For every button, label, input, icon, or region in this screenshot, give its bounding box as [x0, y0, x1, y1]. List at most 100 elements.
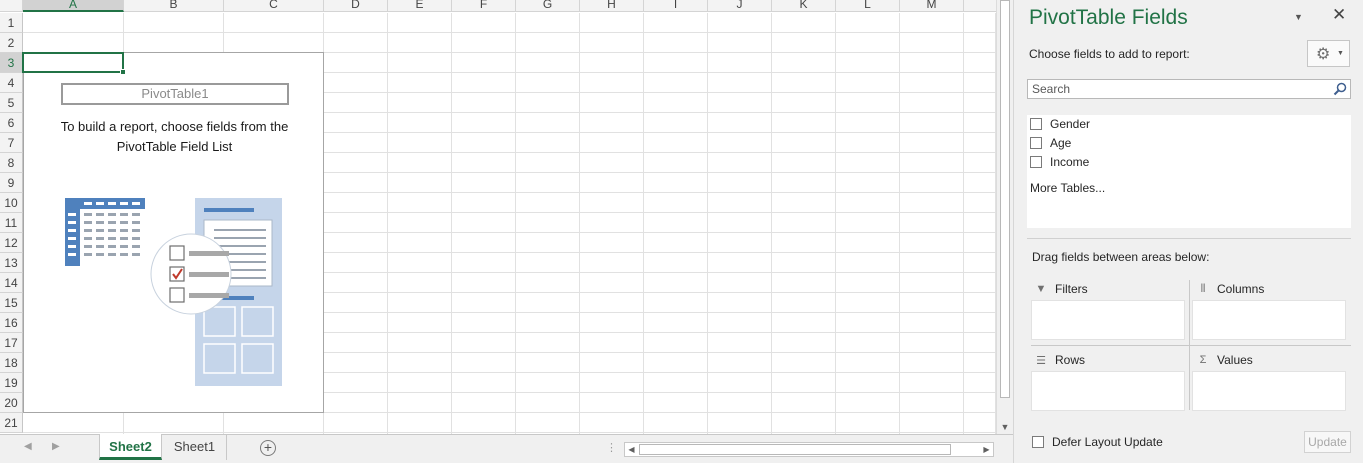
- defer-layout-checkbox[interactable]: [1032, 436, 1044, 448]
- rows-area-title: ☰ Rows: [1034, 353, 1085, 367]
- sigma-icon: Σ: [1199, 354, 1207, 366]
- scroll-left-icon[interactable]: ◀: [625, 443, 638, 456]
- prev-sheet-icon[interactable]: ◀: [24, 441, 32, 452]
- search-box: [1027, 79, 1351, 99]
- close-icon[interactable]: ✕: [1332, 5, 1346, 25]
- row-header[interactable]: 3: [0, 53, 23, 73]
- add-sheet-icon[interactable]: +: [260, 440, 276, 456]
- more-tables-link[interactable]: More Tables...: [1030, 181, 1105, 195]
- column-header-a[interactable]: A: [23, 0, 124, 12]
- field-list: Gender Age Income More Tables...: [1027, 115, 1351, 228]
- rows-label: Rows: [1055, 353, 1086, 367]
- row-header[interactable]: 18: [0, 353, 23, 373]
- filters-area-title: ▼ Filters: [1034, 282, 1088, 296]
- column-header-m[interactable]: M: [900, 0, 964, 12]
- tools-button[interactable]: ⚙ ▼: [1307, 40, 1350, 67]
- column-headers: A B C D E F G H I J K L M: [0, 0, 996, 12]
- row-header[interactable]: 9: [0, 173, 23, 193]
- column-header-g[interactable]: G: [516, 0, 580, 12]
- column-header-l[interactable]: L: [836, 0, 900, 12]
- fill-handle[interactable]: [120, 69, 126, 75]
- column-header-h[interactable]: H: [580, 0, 644, 12]
- field-label: Income: [1050, 154, 1090, 169]
- drag-fields-label: Drag fields between areas below:: [1032, 250, 1210, 264]
- search-icon[interactable]: [1333, 82, 1347, 96]
- columns-icon: ⦀: [1200, 282, 1206, 295]
- field-checkbox[interactable]: [1030, 117, 1042, 130]
- choose-fields-label: Choose fields to add to report:: [1029, 47, 1190, 61]
- values-area-title: Σ Values: [1196, 353, 1253, 367]
- field-checkbox[interactable]: [1030, 155, 1042, 168]
- field-item-gender[interactable]: Gender: [1030, 115, 1090, 132]
- row-header[interactable]: 5: [0, 93, 23, 113]
- pivot-table-instructions: To build a report, choose fields from th…: [60, 119, 289, 154]
- row-header[interactable]: 12: [0, 233, 23, 253]
- row-header[interactable]: 6: [0, 113, 23, 133]
- active-cell-selection[interactable]: [22, 52, 126, 75]
- scroll-down-icon[interactable]: ▼: [997, 420, 1013, 434]
- row-header[interactable]: 4: [0, 73, 23, 93]
- field-label: Age: [1050, 135, 1072, 150]
- rows-drop-zone[interactable]: [1031, 371, 1185, 411]
- pane-title: PivotTable Fields: [1029, 6, 1188, 29]
- row-header[interactable]: 21: [0, 413, 23, 433]
- filter-icon: ▼: [1035, 283, 1047, 295]
- horizontal-scrollbar[interactable]: ◀ ▶: [624, 442, 994, 457]
- rows-icon: ☰: [1036, 354, 1046, 367]
- column-header-n[interactable]: [964, 0, 996, 12]
- column-header-c[interactable]: C: [224, 0, 324, 12]
- row-header[interactable]: 14: [0, 273, 23, 293]
- pivot-table-name: PivotTable1: [61, 83, 289, 105]
- field-item-age[interactable]: Age: [1030, 134, 1071, 151]
- row-header[interactable]: 20: [0, 393, 23, 413]
- column-header-j[interactable]: J: [708, 0, 772, 12]
- row-header[interactable]: 8: [0, 153, 23, 173]
- row-header[interactable]: 15: [0, 293, 23, 313]
- sheet-tab-bar: ◀ ▶ Sheet2 Sheet1 + ⋮ ◀ ▶: [0, 434, 1013, 463]
- row-header[interactable]: 13: [0, 253, 23, 273]
- row-header[interactable]: 7: [0, 133, 23, 153]
- vertical-scrollbar[interactable]: ▼: [996, 0, 1013, 436]
- pane-divider: [1027, 238, 1351, 239]
- column-header-f[interactable]: F: [452, 0, 516, 12]
- values-drop-zone[interactable]: [1192, 371, 1346, 411]
- column-header-k[interactable]: K: [772, 0, 836, 12]
- columns-drop-zone[interactable]: [1192, 300, 1346, 340]
- row-header[interactable]: 2: [0, 33, 23, 53]
- tab-split-handle[interactable]: ⋮: [606, 441, 617, 454]
- field-label: Gender: [1050, 116, 1091, 131]
- sheet-tab-sheet1[interactable]: Sheet1: [163, 434, 227, 460]
- column-header-d[interactable]: D: [324, 0, 388, 12]
- field-checkbox[interactable]: [1030, 136, 1042, 149]
- column-header-e[interactable]: E: [388, 0, 452, 12]
- filters-drop-zone[interactable]: [1031, 300, 1185, 340]
- row-header[interactable]: 11: [0, 213, 23, 233]
- defer-layout-update[interactable]: Defer Layout Update: [1032, 435, 1163, 449]
- filters-label: Filters: [1055, 282, 1088, 296]
- next-sheet-icon[interactable]: ▶: [52, 441, 60, 452]
- scroll-right-icon[interactable]: ▶: [980, 443, 993, 456]
- columns-label: Columns: [1217, 282, 1265, 296]
- chevron-down-icon: ▼: [1337, 50, 1344, 57]
- pane-options-chevron-icon[interactable]: ▼: [1294, 12, 1303, 22]
- defer-layout-label: Defer Layout Update: [1052, 435, 1163, 449]
- sheet-tab-sheet2[interactable]: Sheet2: [99, 434, 162, 460]
- row-header[interactable]: 10: [0, 193, 23, 213]
- field-item-income[interactable]: Income: [1030, 153, 1089, 170]
- column-header-b[interactable]: B: [124, 0, 224, 12]
- row-header[interactable]: 1: [0, 13, 23, 33]
- row-header[interactable]: 17: [0, 333, 23, 353]
- columns-area-title: ⦀ Columns: [1196, 282, 1265, 296]
- horizontal-scroll-thumb[interactable]: [639, 444, 951, 455]
- pivottable-fields-pane: PivotTable Fields ▼ ✕ Choose fields to a…: [1013, 0, 1363, 463]
- spreadsheet-grid[interactable]: A B C D E F G H I J K L M 1 2 3 4 5 6 7 …: [0, 0, 996, 434]
- vertical-scroll-thumb[interactable]: [1000, 0, 1010, 398]
- select-all-corner[interactable]: [0, 0, 23, 12]
- search-input[interactable]: [1028, 80, 1318, 98]
- row-header[interactable]: 19: [0, 373, 23, 393]
- gear-icon: ⚙: [1316, 46, 1331, 63]
- row-header[interactable]: 16: [0, 313, 23, 333]
- pivot-table-placeholder[interactable]: PivotTable1 To build a report, choose fi…: [23, 52, 324, 413]
- update-button[interactable]: Update: [1304, 431, 1351, 453]
- column-header-i[interactable]: I: [644, 0, 708, 12]
